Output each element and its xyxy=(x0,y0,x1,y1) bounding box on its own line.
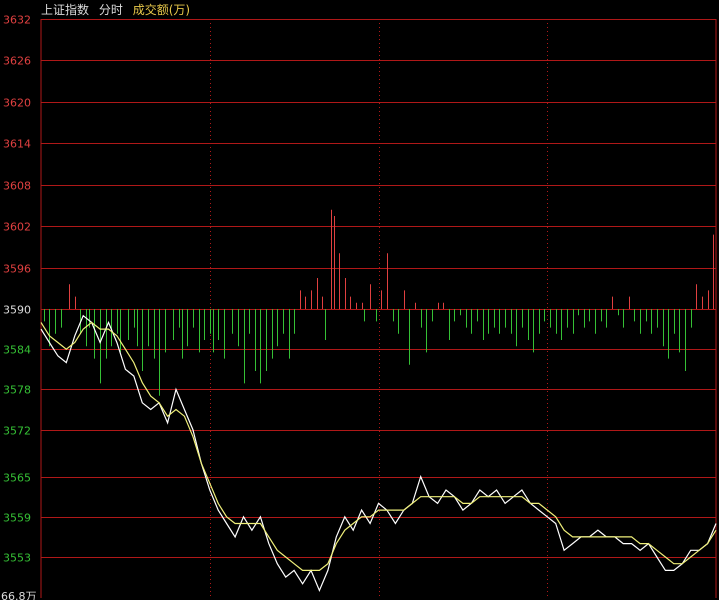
intraday-chart: 3632 3626 3620 3614 3608 3602 3596 3590 3584 3578… xyxy=(1,14,717,600)
y-tick-label: 3632 xyxy=(3,14,31,27)
y-tick-label: 3553 xyxy=(3,552,31,565)
y-tick-label: 3608 xyxy=(3,180,31,193)
y-tick-label: 3578 xyxy=(3,384,31,397)
y-tick-label: 3614 xyxy=(3,138,31,151)
y-tick-label: 3590 xyxy=(3,304,31,317)
y-tick-label: 3602 xyxy=(3,221,31,234)
y-tick-label: 3572 xyxy=(3,425,31,438)
volume-scale-label: 66.8万 xyxy=(1,590,37,600)
y-tick-label: 3584 xyxy=(3,344,31,357)
y-tick-label: 3620 xyxy=(3,97,31,110)
y-tick-label: 3565 xyxy=(3,472,31,485)
y-tick-label: 3596 xyxy=(3,263,31,276)
y-tick-label: 3559 xyxy=(3,512,31,525)
y-tick-label: 3626 xyxy=(3,55,31,68)
